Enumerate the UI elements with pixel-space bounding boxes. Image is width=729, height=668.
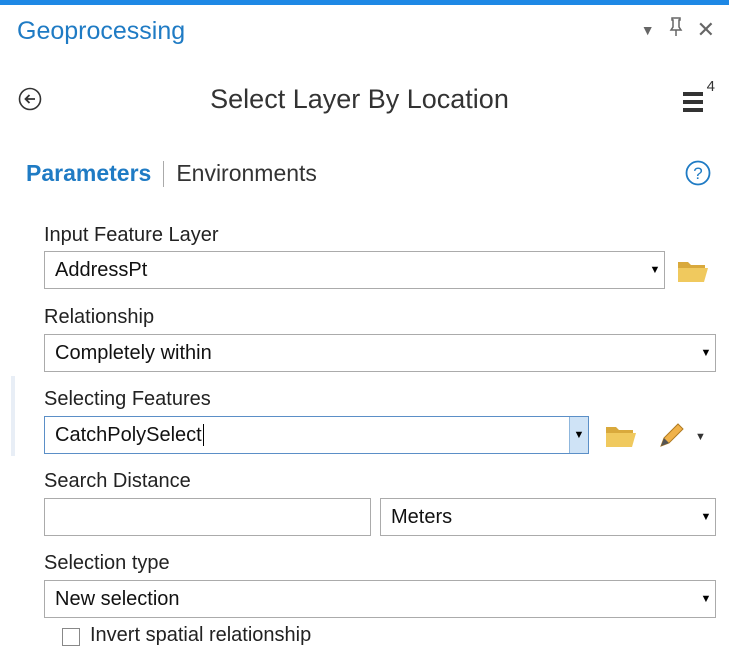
help-icon[interactable]: ? xyxy=(685,160,711,186)
menu-badge: 4 xyxy=(706,78,715,95)
distance-unit-dropdown[interactable]: Meters ▼ xyxy=(380,498,716,536)
tabs: Parameters Environments xyxy=(26,160,317,187)
tab-divider xyxy=(163,160,165,187)
pin-icon[interactable] xyxy=(669,17,683,43)
input-layer-dropdown[interactable]: AddressPt ▼ xyxy=(44,251,665,289)
selection-type-value: New selection xyxy=(55,587,180,610)
svg-text:?: ? xyxy=(693,164,702,183)
close-icon[interactable]: ✕ xyxy=(697,17,715,43)
selection-type-dropdown[interactable]: New selection ▼ xyxy=(44,580,716,618)
tab-environments[interactable]: Environments xyxy=(176,160,317,187)
pane-controls: ▼ ✕ xyxy=(641,17,715,43)
chevron-down-icon[interactable]: ▼ xyxy=(646,251,664,289)
invert-spatial-label: Invert spatial relationship xyxy=(90,624,312,646)
chevron-down-icon[interactable]: ▼ xyxy=(569,417,588,453)
input-layer-label: Input Feature Layer xyxy=(44,224,219,246)
pencil-icon[interactable]: ▼ xyxy=(658,420,706,450)
relationship-value: Completely within xyxy=(55,341,212,364)
tab-parameters[interactable]: Parameters xyxy=(26,160,151,187)
tool-title-wrap: Select Layer By Location xyxy=(0,84,729,115)
relationship-dropdown[interactable]: Completely within ▼ xyxy=(44,334,716,372)
chevron-down-icon[interactable]: ▼ xyxy=(641,22,655,38)
input-layer-value: AddressPt xyxy=(55,258,148,281)
search-distance-label: Search Distance xyxy=(44,470,191,492)
distance-unit-value: Meters xyxy=(391,505,453,528)
relationship-label: Relationship xyxy=(44,306,155,328)
hamburger-menu-icon xyxy=(683,92,703,112)
selecting-features-label: Selecting Features xyxy=(44,388,211,410)
selection-type-label: Selection type xyxy=(44,552,170,574)
chevron-down-icon[interactable]: ▼ xyxy=(697,580,715,618)
invert-spatial-checkbox[interactable] xyxy=(62,628,80,646)
folder-icon[interactable] xyxy=(604,423,638,449)
pane-top-accent xyxy=(0,0,729,5)
selecting-features-value: CatchPolySelect xyxy=(55,423,204,447)
selecting-features-dropdown[interactable]: CatchPolySelect ▼ xyxy=(44,416,589,454)
search-distance-input[interactable] xyxy=(44,498,371,536)
chevron-down-icon[interactable]: ▼ xyxy=(697,498,715,536)
tool-title: Select Layer By Location xyxy=(210,84,509,114)
menu-button[interactable]: 4 xyxy=(681,78,715,118)
chevron-down-icon[interactable]: ▼ xyxy=(697,334,715,372)
active-parameter-marker xyxy=(11,376,15,456)
pane-title: Geoprocessing xyxy=(17,17,186,45)
svg-text:▼: ▼ xyxy=(695,431,704,443)
folder-icon[interactable] xyxy=(676,258,710,284)
